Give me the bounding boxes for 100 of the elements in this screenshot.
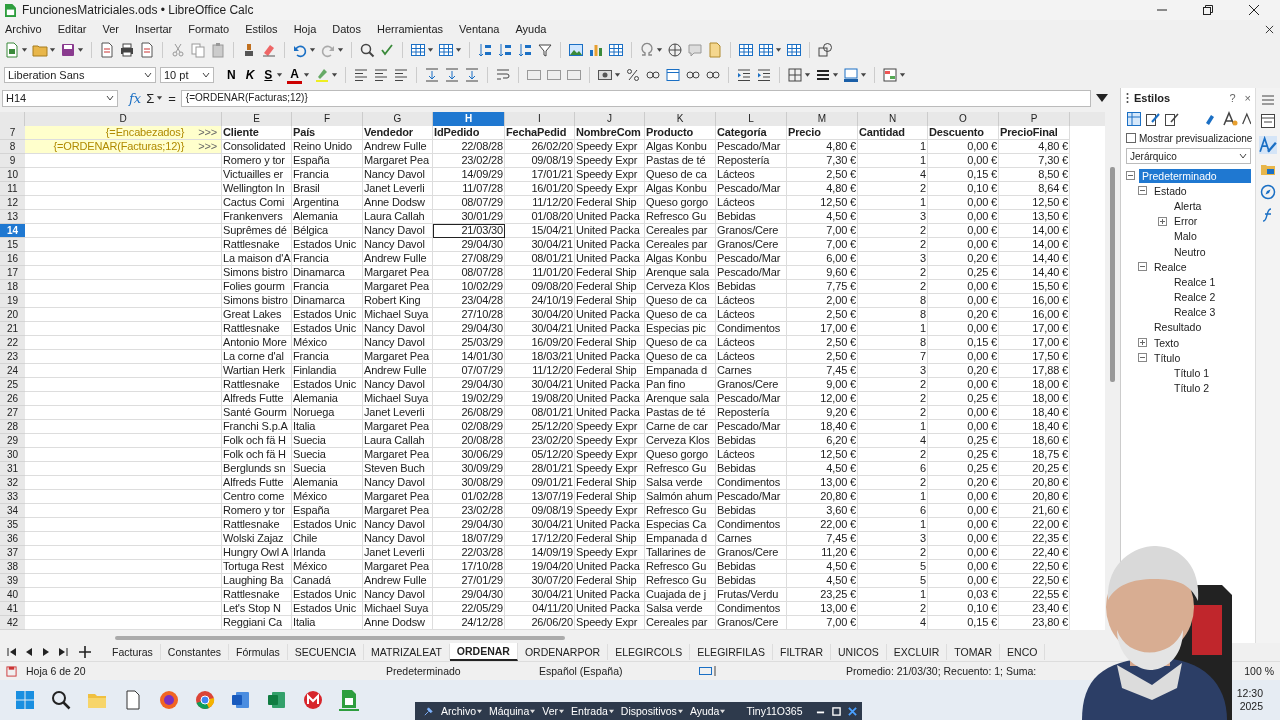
row-header[interactable]: 21 (0, 322, 25, 336)
vertical-align-icon[interactable] (424, 67, 441, 83)
browser-icon[interactable] (195, 690, 215, 710)
row-header[interactable]: 16 (0, 252, 25, 266)
sort-icon[interactable] (477, 42, 493, 58)
formula-input[interactable]: {=ORDENAR(Facturas;12)} (180, 89, 1091, 107)
sheet-tab[interactable]: TOMAR (947, 644, 1001, 660)
row-header[interactable]: 13 (0, 210, 25, 224)
formula-button[interactable]: = (168, 90, 176, 106)
column-header[interactable]: O (928, 112, 999, 126)
style-item[interactable]: Predeterminado (1139, 168, 1251, 183)
row-header[interactable]: 36 (0, 532, 25, 546)
style-item[interactable]: Resultado (1151, 320, 1251, 335)
formula-cell[interactable]: {=Encabezados} >>> (25, 126, 222, 140)
format-button[interactable]: N (224, 66, 239, 84)
row-header[interactable]: 39 (0, 574, 25, 588)
search-icon[interactable] (359, 42, 375, 58)
column-header[interactable]: E (222, 112, 292, 126)
windows-start-icon[interactable] (15, 690, 35, 710)
sheet-tab[interactable]: Constantes (160, 644, 229, 660)
vertical-align-icon[interactable] (444, 67, 461, 83)
menu-item[interactable]: Insertar (134, 23, 173, 35)
row-header[interactable]: 30 (0, 448, 25, 462)
column-header[interactable]: D (25, 112, 222, 126)
row-header[interactable]: 31 (0, 462, 25, 476)
conditional-format-icon[interactable] (882, 67, 899, 83)
calendar-icon[interactable] (665, 67, 682, 83)
clock-time[interactable]: 12:30 (1236, 687, 1263, 700)
menu-item[interactable]: Formato (188, 23, 230, 35)
style-item[interactable]: Malo (1171, 229, 1251, 244)
line-style-icon[interactable] (815, 67, 832, 83)
align-icon[interactable] (373, 67, 390, 83)
collapse-icon[interactable] (1138, 353, 1147, 363)
row-header[interactable]: 8 (0, 140, 25, 154)
sheet-tab[interactable]: Facturas (105, 644, 161, 660)
column-header[interactable]: G (363, 112, 433, 126)
update-style-icon[interactable] (1241, 111, 1251, 127)
sheet-tab[interactable]: ENCO (1000, 644, 1046, 660)
style-item[interactable]: Texto (1151, 335, 1251, 350)
vertical-align-icon[interactable] (464, 67, 481, 83)
align-icon[interactable] (393, 67, 410, 83)
document-icon[interactable] (4, 42, 20, 58)
menu-item[interactable]: Herramientas (377, 23, 444, 35)
menu-item[interactable]: Dispositivos (620, 705, 677, 717)
menu-item[interactable]: Ayuda (515, 23, 547, 35)
menu-item[interactable]: Estilos (245, 23, 278, 35)
sheet-tab[interactable]: SECUENCIA (287, 644, 364, 660)
menu-item[interactable]: Editar (57, 23, 87, 35)
column-header[interactable]: M (787, 112, 858, 126)
indent-icon[interactable] (736, 67, 753, 83)
properties-icon[interactable] (1260, 113, 1276, 129)
spreadsheet-icon[interactable] (267, 690, 287, 710)
row-header[interactable]: 12 (0, 196, 25, 210)
style-item[interactable]: Neutro (1171, 244, 1251, 259)
row-header[interactable]: 27 (0, 406, 25, 420)
sheet-tab[interactable]: MATRIZALEAT (364, 644, 450, 660)
sheet-tab[interactable]: UNICOS (830, 644, 887, 660)
pencil-icon[interactable] (1164, 111, 1180, 127)
row-header[interactable]: 23 (0, 350, 25, 364)
menu-item[interactable]: Entrada (571, 705, 608, 717)
browser-icon[interactable] (159, 690, 179, 710)
row-header[interactable]: 41 (0, 602, 25, 616)
row-header[interactable]: 38 (0, 560, 25, 574)
row-header[interactable]: 19 (0, 294, 25, 308)
row-header[interactable]: 9 (0, 154, 25, 168)
new-style-icon[interactable] (1222, 111, 1238, 127)
row-header[interactable]: 24 (0, 364, 25, 378)
row-header[interactable]: 14 (0, 224, 25, 238)
menu-item[interactable]: Ventana (459, 23, 500, 35)
format-button[interactable]: K (242, 66, 258, 84)
app-icon[interactable] (303, 690, 323, 710)
sheet-tab[interactable]: Fórmulas (229, 644, 288, 660)
style-item[interactable]: Título 1 (1171, 366, 1251, 381)
collapse-icon[interactable] (1138, 262, 1147, 272)
scrollbar[interactable] (115, 636, 565, 640)
column-header[interactable]: N (858, 112, 928, 126)
caret-icon[interactable] (202, 71, 210, 79)
borders-icon[interactable] (787, 67, 804, 83)
search-icon[interactable] (51, 690, 71, 710)
row-header[interactable]: 37 (0, 546, 25, 560)
save-icon[interactable] (60, 42, 76, 58)
row-header[interactable]: 10 (0, 168, 25, 182)
function-wizard-button[interactable]: fx (129, 90, 142, 106)
grid-icon[interactable] (438, 42, 454, 58)
sheet-tab[interactable]: ORDENAR (449, 643, 518, 661)
checkmark-icon[interactable] (379, 42, 395, 58)
menu-item[interactable]: Datos (332, 23, 361, 35)
collapse-icon[interactable] (1138, 186, 1147, 196)
column-header[interactable]: K (645, 112, 716, 126)
caret-icon[interactable] (720, 708, 726, 714)
styles-icon[interactable] (1259, 136, 1277, 154)
style-item[interactable]: Título (1151, 350, 1251, 365)
close-button[interactable]: × (1244, 92, 1251, 104)
merge-cells-icon[interactable] (526, 67, 543, 83)
eraser-icon[interactable] (261, 42, 277, 58)
bar-chart-icon[interactable] (588, 42, 604, 58)
last-sheet-icon[interactable] (58, 647, 68, 657)
row-header[interactable]: 28 (0, 420, 25, 434)
style-item[interactable]: Error (1171, 214, 1251, 229)
menu-item[interactable]: Archivo (441, 705, 476, 717)
